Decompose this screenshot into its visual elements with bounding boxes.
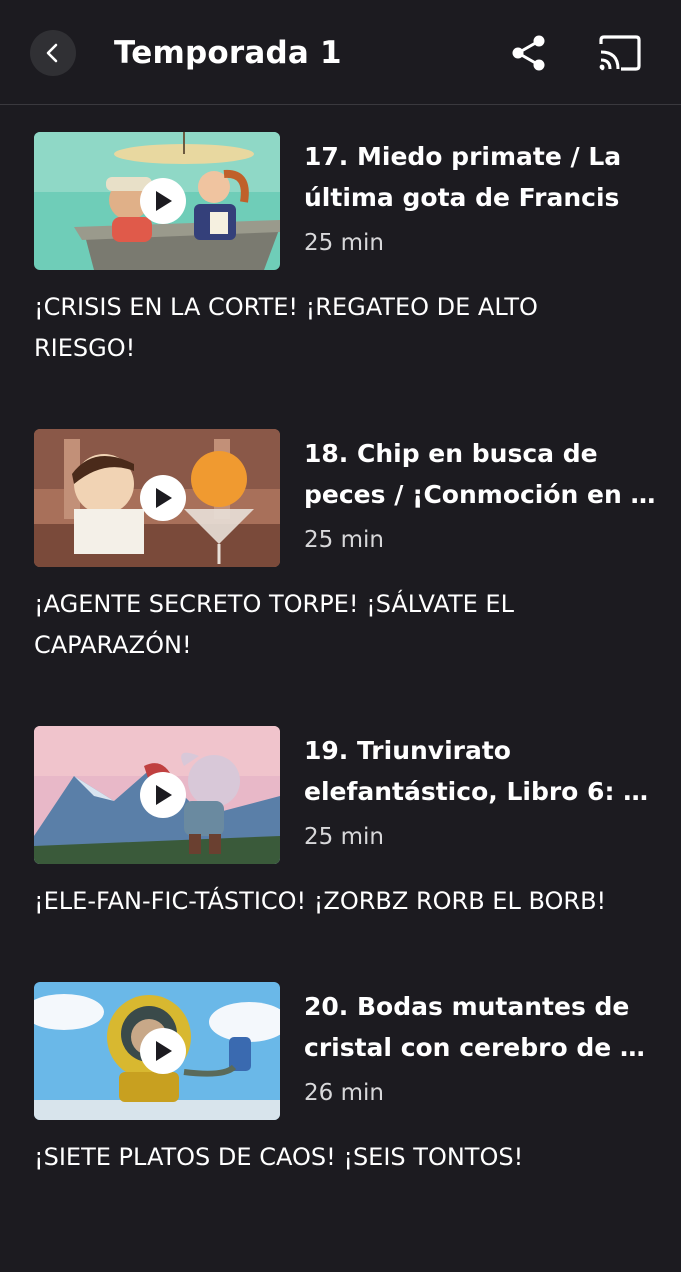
episode-title-line-1: 17. Miedo primate / La: [304, 142, 622, 171]
play-button[interactable]: [140, 1028, 186, 1074]
cast-button[interactable]: [595, 31, 645, 75]
episode-title-line-1: 20. Bodas mutantes de: [304, 992, 630, 1021]
episode-description: ¡CRISIS EN LA CORTE! ¡REGATEO DE ALTO RI…: [34, 293, 538, 362]
chevron-left-icon: [46, 43, 58, 63]
back-button[interactable]: [30, 30, 76, 76]
play-icon: [156, 785, 172, 805]
episode-title-line-2: cristal con cerebro de mo...: [304, 1033, 662, 1062]
cast-icon: [599, 35, 641, 71]
share-button[interactable]: [506, 32, 552, 74]
episode-thumbnail[interactable]: [34, 726, 280, 864]
episode-duration: 25 min: [304, 230, 384, 256]
episode-description: ¡SIETE PLATOS DE CAOS! ¡SEIS TONTOS!: [34, 1143, 524, 1171]
episode-title-line-2: elefantástico, Libro 6: Tr...: [304, 777, 662, 806]
episode-item[interactable]: 17. Miedo primate / La última gota de Fr…: [0, 132, 681, 422]
episode-duration: 26 min: [304, 1080, 384, 1106]
episode-thumbnail[interactable]: [34, 132, 280, 270]
episode-thumbnail[interactable]: [34, 982, 280, 1120]
episode-title-line-1: 18. Chip en busca de: [304, 439, 598, 468]
episode-title-line-2: peces / ¡Conmoción en el...: [304, 480, 662, 509]
episode-description: ¡AGENTE SECRETO TORPE! ¡SÁLVATE EL CAPAR…: [34, 590, 514, 659]
episode-title-line-2: última gota de Francis: [304, 183, 620, 212]
episode-title: 19. Triunvirato elefantástico, Libro 6: …: [304, 730, 664, 812]
play-icon: [156, 191, 172, 211]
play-button[interactable]: [140, 178, 186, 224]
play-button[interactable]: [140, 475, 186, 521]
episode-title: 17. Miedo primate / La última gota de Fr…: [304, 136, 664, 218]
episode-title: 18. Chip en busca de peces / ¡Conmoción …: [304, 433, 664, 515]
episode-duration: 25 min: [304, 824, 384, 850]
episode-title-line-1: 19. Triunvirato: [304, 736, 511, 765]
episode-thumbnail[interactable]: [34, 429, 280, 567]
share-icon: [512, 35, 545, 71]
episode-item[interactable]: 18. Chip en busca de peces / ¡Conmoción …: [0, 429, 681, 719]
play-icon: [156, 1041, 172, 1061]
episode-item[interactable]: 19. Triunvirato elefantástico, Libro 6: …: [0, 726, 681, 1016]
play-icon: [156, 488, 172, 508]
episode-title: 20. Bodas mutantes de cristal con cerebr…: [304, 986, 664, 1068]
episode-item[interactable]: 20. Bodas mutantes de cristal con cerebr…: [0, 982, 681, 1272]
play-button[interactable]: [140, 772, 186, 818]
episode-description: ¡ELE-FAN-FIC-TÁSTICO! ¡ZORBZ RORB EL BOR…: [34, 887, 607, 915]
page-title: Temporada 1: [114, 35, 342, 71]
episode-duration: 25 min: [304, 527, 384, 553]
top-app-bar: Temporada 1: [0, 0, 681, 105]
